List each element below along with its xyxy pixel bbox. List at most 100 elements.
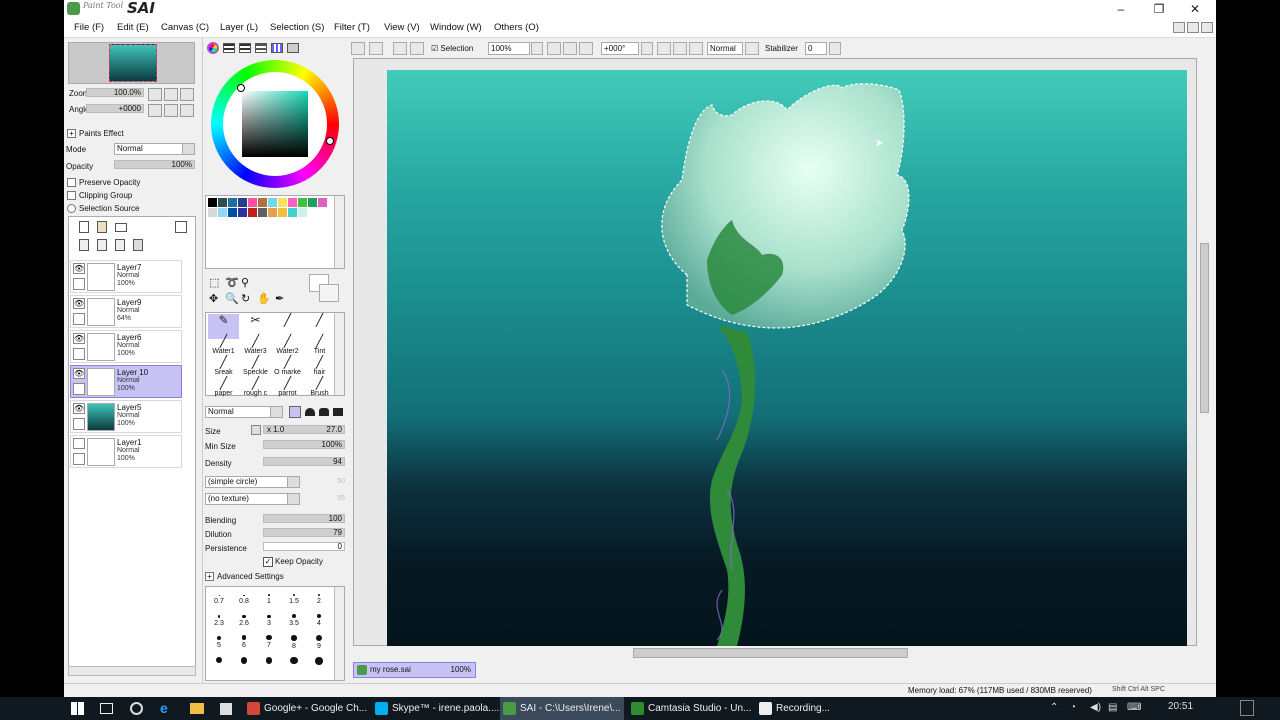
stabilizer-dropdown-button[interactable]	[829, 42, 841, 55]
layer-row[interactable]: 👁 Layer7 Normal 100%	[70, 260, 182, 293]
zoom-out-button[interactable]	[148, 88, 162, 101]
move-icon[interactable]: ✥	[209, 292, 218, 305]
rect-select-icon[interactable]: ⬚	[209, 276, 219, 289]
saturation-value-square[interactable]	[242, 91, 308, 157]
color-swatch[interactable]	[268, 198, 277, 207]
brush-slot[interactable]: ╱ paper	[208, 377, 239, 402]
clock[interactable]: 20:51	[1168, 701, 1193, 712]
size-slider[interactable]: x 1.0 27.0	[263, 425, 345, 434]
menu-layer[interactable]: Layer (L)	[220, 22, 258, 33]
lasso-icon[interactable]: ➰	[225, 276, 239, 289]
action-center-icon[interactable]	[1240, 700, 1254, 716]
brush-slot[interactable]: ╱ rough c	[240, 377, 271, 402]
keyboard-icon[interactable]: ⌨	[1127, 702, 1141, 713]
menu-edit[interactable]: Edit (E)	[117, 22, 149, 33]
delete-layer-icon[interactable]	[133, 239, 143, 251]
color-swatch[interactable]	[278, 198, 287, 207]
rotate-cw-button[interactable]	[673, 42, 687, 55]
document-tab[interactable]: my rose.sai 100%	[353, 662, 476, 678]
swatch-scrollbar[interactable]	[334, 196, 344, 268]
pinned-app-icon[interactable]	[130, 702, 143, 715]
selection-toggle[interactable]: ☑ Selection	[428, 42, 482, 55]
color-swatch[interactable]	[298, 208, 307, 217]
canvas-zoom-reset-button[interactable]	[579, 42, 593, 55]
brush-shape-4-icon[interactable]	[333, 408, 343, 416]
magic-wand-icon[interactable]: ⚲	[241, 276, 249, 289]
new-folder-icon[interactable]	[115, 223, 127, 232]
layer-opacity-slider[interactable]: 100%	[114, 160, 195, 169]
persistence-slider[interactable]: 0	[263, 542, 345, 551]
color-swatch[interactable]	[238, 208, 247, 217]
merge-down-icon[interactable]	[97, 239, 107, 251]
color-swatch[interactable]	[208, 208, 217, 217]
zoom-tool-icon[interactable]: 🔍	[225, 292, 239, 305]
brush-size-preset[interactable]: 4	[309, 613, 329, 627]
brush-size-preset[interactable]: 0.7	[209, 591, 229, 605]
color-swatch[interactable]	[218, 198, 227, 207]
invert-selection-button[interactable]	[410, 42, 424, 55]
layer-mask-icon[interactable]	[175, 221, 187, 233]
start-windows-icon[interactable]	[71, 702, 84, 715]
clear-layer-icon[interactable]	[115, 239, 125, 251]
advanced-expand-icon[interactable]: +	[205, 572, 214, 581]
blending-slider[interactable]: 100	[263, 514, 345, 523]
dilution-slider[interactable]: 79	[263, 528, 345, 537]
secondary-color-box[interactable]	[319, 284, 339, 302]
brush-size-preset[interactable]: 1.5	[284, 591, 304, 605]
color-swatch[interactable]	[258, 208, 267, 217]
brush-shape-select[interactable]: (simple circle)	[205, 476, 300, 488]
clipping-group-checkbox[interactable]	[67, 191, 76, 200]
menu-view[interactable]: View (V)	[384, 22, 420, 33]
brush-size-preset[interactable]: 2.6	[234, 613, 254, 627]
color-swatch[interactable]	[218, 208, 227, 217]
network-icon[interactable]: ◔	[1070, 702, 1076, 713]
brush-size-preset[interactable]: 2	[309, 591, 329, 605]
brush-shape-1-icon[interactable]	[289, 406, 301, 418]
color-swatch[interactable]	[288, 198, 297, 207]
layer-lock-icon[interactable]	[73, 383, 85, 395]
color-swatch[interactable]	[278, 208, 287, 217]
brush-size-preset[interactable]: 6	[234, 635, 254, 649]
brush-scrollbar[interactable]	[334, 313, 344, 395]
brush-size-preset[interactable]: 2.3	[209, 613, 229, 627]
layer-lock-icon[interactable]	[73, 418, 85, 430]
layer-lock-icon[interactable]	[73, 348, 85, 360]
color-swatch[interactable]	[238, 198, 247, 207]
brush-size-preset[interactable]	[234, 657, 254, 666]
zoom-dropdown-button[interactable]	[531, 42, 543, 55]
rotate-right-button[interactable]	[164, 104, 178, 117]
canvas-zoom-out-button[interactable]	[547, 42, 561, 55]
brush-size-preset[interactable]: 8	[284, 635, 304, 650]
color-mixer-tab-icon[interactable]	[255, 43, 267, 53]
visibility-eye-icon[interactable]: 👁	[73, 298, 85, 309]
angle-select[interactable]: +000°	[601, 42, 639, 55]
menu-selection[interactable]: Selection (S)	[270, 22, 324, 33]
close-button[interactable]: ✕	[1181, 2, 1209, 16]
hand-icon[interactable]: ✋	[257, 292, 271, 305]
visibility-eye-icon[interactable]: 👁	[73, 333, 85, 344]
swatches-tab-icon[interactable]	[271, 43, 283, 53]
dot-scrollbar[interactable]	[334, 587, 344, 680]
sv-picker-handle[interactable]	[237, 84, 245, 92]
visibility-eye-icon[interactable]: 👁	[73, 368, 85, 379]
brush-size-preset[interactable]	[309, 657, 329, 667]
edge-browser-icon[interactable]: e	[160, 700, 168, 716]
color-swatch[interactable]	[248, 208, 257, 217]
taskbar-item[interactable]: Skype™ - irene.paola....	[372, 697, 499, 720]
mdi-restore-button[interactable]	[1187, 22, 1199, 33]
zoom-reset-button[interactable]	[180, 88, 194, 101]
color-wheel-tab-icon[interactable]	[207, 42, 219, 54]
visibility-eye-icon[interactable]: 👁	[73, 263, 85, 274]
deselect-button[interactable]	[393, 42, 407, 55]
visibility-eye-icon[interactable]: 👁	[73, 403, 85, 414]
rgb-sliders-tab-icon[interactable]	[223, 43, 235, 53]
undo-button[interactable]	[351, 42, 365, 55]
rotate-reset-button[interactable]	[180, 104, 194, 117]
scratchpad-tab-icon[interactable]	[287, 43, 299, 53]
brush-shape-2-icon[interactable]	[305, 408, 315, 416]
brush-size-preset[interactable]: 9	[309, 635, 329, 650]
tray-overflow-icon[interactable]: ⌃	[1050, 702, 1058, 713]
file-explorer-icon[interactable]	[190, 703, 204, 714]
rotate-reset-canvas-button[interactable]	[689, 42, 703, 55]
taskbar-item[interactable]: SAI - C:\Users\Irene\...	[500, 697, 624, 720]
